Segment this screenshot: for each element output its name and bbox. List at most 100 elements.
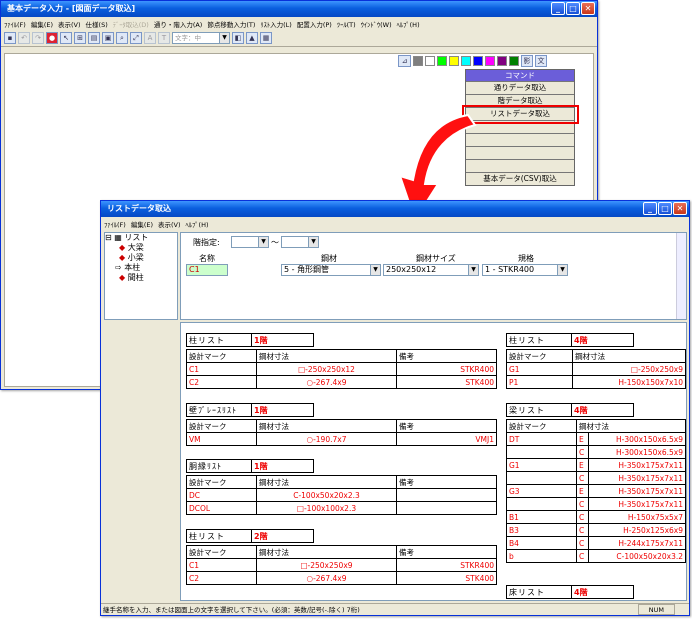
color-swatch[interactable] [437, 56, 447, 66]
command-item[interactable]: 基本データ(CSV)取込 [466, 172, 574, 185]
minimize-icon[interactable]: _ [643, 202, 657, 215]
menu-item[interactable]: ｳｲﾝﾄﾞｳ(W) [361, 19, 392, 29]
undo-icon[interactable]: ↶ [18, 32, 30, 44]
redo-icon[interactable]: ↷ [32, 32, 44, 44]
table-row[interactable]: G1 E H-350x175x7x11 [506, 458, 686, 472]
menu-item[interactable]: 配置入力(P) [297, 19, 332, 29]
tree-item-large-beam[interactable]: ◆ 大梁 [105, 243, 177, 253]
list-title-block: 壁ﾌﾞﾚｰｽﾘｽﾄ 1階 [186, 403, 314, 417]
table-row[interactable]: G1 □-250x250x9 [505, 362, 686, 376]
floor-from-select[interactable]: ▼ [231, 236, 269, 248]
table-row[interactable]: DCOL □-100x100x2.3 [186, 501, 497, 515]
pointer-icon[interactable]: ↖ [60, 32, 72, 44]
menu-item[interactable]: ﾃﾞｰﾀ取込(D) [113, 19, 149, 29]
color-swatch[interactable] [485, 56, 495, 66]
command-item[interactable] [466, 146, 574, 159]
command-item[interactable] [466, 133, 574, 146]
menu-item[interactable]: 仕様(S) [86, 19, 108, 29]
grid-icon[interactable]: ⊞ [74, 32, 86, 44]
table-cell: STK400 [396, 571, 497, 585]
table-row[interactable]: G3 E H-350x175x7x11 [506, 484, 686, 498]
table-row[interactable]: b C C-100x50x20x3.2 [506, 549, 686, 563]
menu-item[interactable]: ﾘｽﾄ入力(L) [260, 19, 291, 29]
color-label-button[interactable]: 文 [535, 55, 547, 67]
tree-item-column[interactable]: ⇨ 本柱 [105, 263, 177, 273]
table-row[interactable]: C H-300x150x6.5x9 [506, 445, 686, 459]
drawing-sheet[interactable]: 柱リスト 1階 設計マーク 鋼材寸法 備考 C1 □-250x250x12 STKR400 C2… [180, 322, 687, 601]
menu-item[interactable]: 表示(V) [158, 219, 181, 229]
list-title-bar[interactable]: リストデータ取込 _ □ ✕ [101, 201, 689, 217]
color-swatch[interactable] [473, 56, 483, 66]
zoom-icon[interactable]: ⌕ [116, 32, 128, 44]
close-icon[interactable]: ✕ [673, 202, 687, 215]
table-row[interactable]: B3 C H-250x125x6x9 [506, 523, 686, 537]
table-row[interactable]: B4 C H-244x175x7x11 [506, 536, 686, 550]
tree-item-stud[interactable]: ◆ 間柱 [105, 273, 177, 283]
layout-icon[interactable]: ▤ [88, 32, 100, 44]
stop-icon[interactable]: ● [46, 32, 58, 44]
table-row[interactable]: DT E H-300x150x6.5x9 [506, 432, 686, 446]
table-row[interactable]: C H-350x175x7x11 [506, 497, 686, 511]
form-scrollbar[interactable] [676, 233, 686, 319]
menu-item[interactable]: ﾍﾙﾌﾟ(H) [397, 19, 420, 29]
chart-icon[interactable]: ⊿ [398, 55, 411, 67]
table-row[interactable]: B1 C H-150x75x5x7 [506, 510, 686, 524]
status-bar: 継手名称を入力、または図面上の文字を選択して下さい。(必須：英数/記号(-.除く… [101, 603, 689, 615]
layer-icon[interactable]: ◧ [232, 32, 244, 44]
material-select[interactable]: 5 - 角形鋼管 ▼ [281, 264, 381, 276]
menu-item[interactable]: ﾍﾙﾌﾟ(H) [186, 219, 209, 229]
text-size-combo[interactable]: 文字：中 ▼ [172, 32, 230, 44]
color-swatch[interactable] [461, 56, 471, 66]
maximize-icon[interactable]: □ [566, 2, 580, 15]
spec-label: 規格 [518, 254, 534, 263]
menu-item[interactable]: ﾌｧｲﾙ(F) [104, 219, 126, 229]
image-icon[interactable]: ▲ [246, 32, 258, 44]
table-row[interactable]: C1 □-250x250x9 STKR400 [186, 558, 497, 572]
color-swatch[interactable] [413, 56, 423, 66]
table-row[interactable]: C2 ○-267.4x9 STK400 [186, 571, 497, 585]
text-style-icon[interactable]: A [144, 32, 156, 44]
table-cell: ○-267.4x9 [256, 571, 397, 585]
table-cell: B3 [506, 523, 577, 537]
floor-to-select[interactable]: ▼ [281, 236, 319, 248]
menu-item[interactable]: ﾌｧｲﾙ(F) [4, 19, 26, 29]
command-item[interactable]: 通りデータ取込 [466, 81, 574, 94]
print-icon[interactable]: ▦ [260, 32, 272, 44]
menu-item[interactable]: 通り・階入力(A) [154, 19, 203, 29]
menu-item[interactable]: 編集(E) [31, 19, 53, 29]
text-icon[interactable]: T [158, 32, 170, 44]
command-panel: コマンド 通りデータ取込 階データ取込 リストデータ取込 基本データ(CSV)取込 [465, 69, 575, 186]
color-swatch[interactable] [509, 56, 519, 66]
column-header: 鋼材寸法 [572, 349, 686, 363]
fit-icon[interactable]: ⤢ [130, 32, 142, 44]
view-icon[interactable]: ▣ [102, 32, 114, 44]
table-cell: H-150x75x5x7 [588, 510, 686, 524]
tree-root[interactable]: ⊟ ▦ リスト [105, 233, 177, 243]
size-select[interactable]: 250x250x12 ▼ [383, 264, 479, 276]
table-row[interactable]: P1 H-150x150x7x10 [505, 375, 686, 389]
menu-item[interactable]: ﾂｰﾙ(T) [337, 19, 356, 29]
table-row[interactable]: C H-350x175x7x11 [506, 471, 686, 485]
command-item[interactable] [466, 159, 574, 172]
save-icon[interactable]: ▪ [4, 32, 16, 44]
table-row[interactable]: VM ○-190.7x7 VMJ1 [186, 432, 497, 446]
main-title-bar[interactable]: 基本データ入力 - [図面データ取込] _ □ ✕ [1, 1, 597, 17]
table-row[interactable]: C2 ○-267.4x9 STK400 [186, 375, 497, 389]
menu-item[interactable]: 節点移動入力(T) [207, 19, 255, 29]
table-cell: DC [186, 488, 257, 502]
tree-item-small-beam[interactable]: ◆ 小梁 [105, 253, 177, 263]
table-row[interactable]: DC C-100x50x20x2.3 [186, 488, 497, 502]
color-swatch[interactable] [449, 56, 459, 66]
color-label-button[interactable]: 影 [521, 55, 533, 67]
close-icon[interactable]: ✕ [581, 2, 595, 15]
list-table: 設計マーク 鋼材寸法 G1 □-250x250x9 P1 H-150x150x7x10 [505, 349, 686, 389]
menu-item[interactable]: 編集(E) [131, 219, 153, 229]
minimize-icon[interactable]: _ [551, 2, 565, 15]
color-swatch[interactable] [425, 56, 435, 66]
maximize-icon[interactable]: □ [658, 202, 672, 215]
table-row[interactable]: C1 □-250x250x12 STKR400 [186, 362, 497, 376]
spec-select[interactable]: 1 - STKR400 ▼ [482, 264, 568, 276]
name-input[interactable]: C1 [186, 264, 228, 276]
color-swatch[interactable] [497, 56, 507, 66]
menu-item[interactable]: 表示(V) [58, 19, 81, 29]
